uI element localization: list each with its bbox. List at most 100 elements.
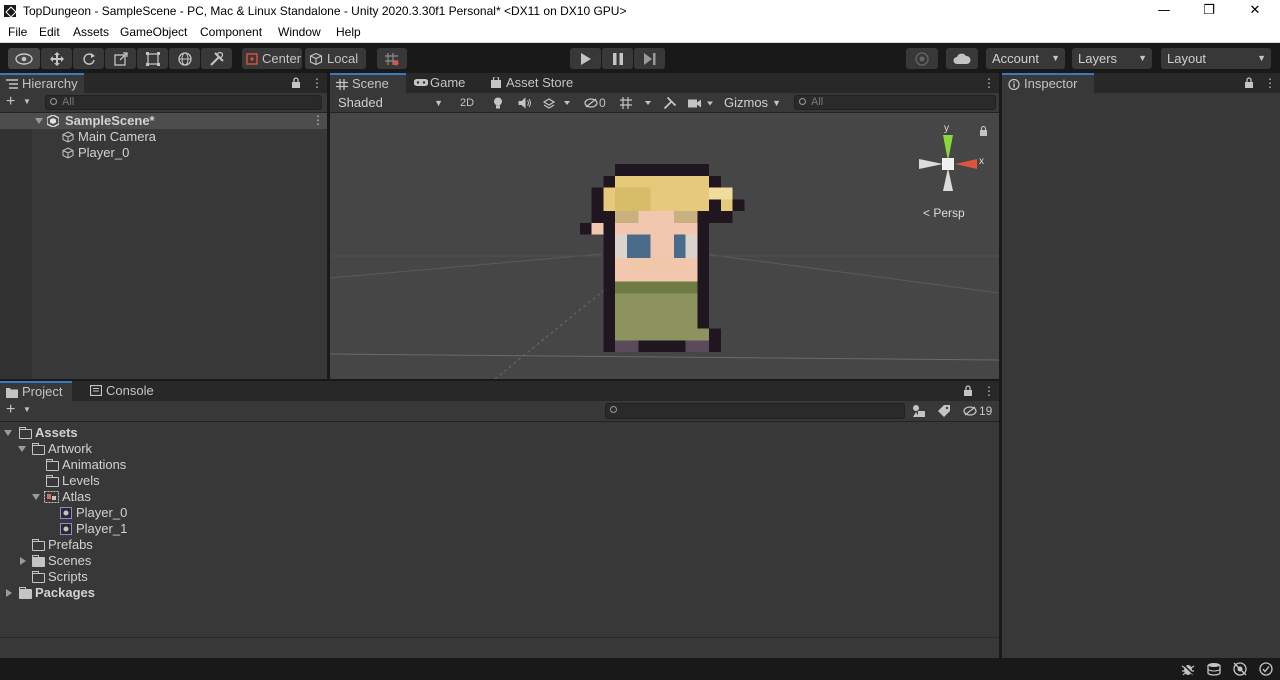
collab-button[interactable] [906, 48, 938, 69]
auto-generate-lighting-icon[interactable] [1233, 662, 1247, 676]
more-options-icon[interactable]: ⋮ [983, 384, 995, 398]
menu-component[interactable]: Component [200, 25, 262, 39]
more-options-icon[interactable]: ⋮ [983, 76, 995, 90]
tree-item-player-1[interactable]: Player_1 [0, 521, 200, 537]
menu-assets[interactable]: Assets [73, 25, 109, 39]
account-dropdown[interactable]: Account ▼ [986, 48, 1065, 69]
dropdown-arrow-icon[interactable]: ▼ [23, 97, 31, 106]
search-by-type-icon[interactable] [912, 404, 927, 418]
tree-item-atlas[interactable]: Atlas [0, 489, 200, 505]
scene-search-input[interactable]: All [794, 95, 996, 110]
project-search-input[interactable] [605, 403, 905, 419]
toggle-2d-button[interactable]: 2D [454, 94, 480, 112]
layout-dropdown[interactable]: Layout ▼ [1161, 48, 1271, 69]
tab-scene[interactable]: Scene [330, 73, 406, 93]
search-icon [799, 98, 806, 105]
gizmos-dropdown[interactable]: Gizmos ▼ [718, 94, 786, 112]
move-tool-button[interactable] [41, 48, 72, 69]
menu-window[interactable]: Window [278, 25, 321, 39]
pivot-space-toggle[interactable]: Local [305, 48, 366, 69]
menu-edit[interactable]: Edit [39, 25, 60, 39]
tab-game[interactable]: Game [408, 73, 480, 93]
dropdown-arrow-icon[interactable]: ▼ [23, 405, 31, 414]
tree-item-player-0[interactable]: Player_0 [0, 505, 200, 521]
lock-icon[interactable] [1244, 77, 1254, 88]
label-tag-icon[interactable] [937, 404, 951, 418]
hidden-objects-toggle[interactable]: 0 [582, 94, 614, 112]
tree-item-assets[interactable]: Assets [0, 425, 200, 441]
fold-open-icon[interactable] [32, 494, 40, 500]
lock-icon[interactable] [963, 385, 973, 396]
tab-hierarchy[interactable]: Hierarchy [0, 73, 84, 93]
hidden-packages-toggle[interactable]: 19 [962, 402, 992, 420]
add-icon[interactable]: + [6, 401, 15, 419]
camera-icon [688, 99, 713, 108]
scene-header-row[interactable]: SampleScene* ⋮ [0, 113, 327, 129]
fold-open-icon[interactable] [35, 118, 43, 124]
tab-project[interactable]: Project [0, 381, 72, 401]
tab-inspector[interactable]: Inspector [1002, 73, 1094, 93]
tree-item-artwork[interactable]: Artwork [0, 441, 200, 457]
tree-item-packages[interactable]: Packages [0, 585, 200, 601]
tree-item-label: Assets [35, 425, 78, 440]
close-button[interactable]: ✕ [1232, 0, 1278, 23]
fold-open-icon[interactable] [18, 446, 26, 452]
more-options-icon[interactable]: ⋮ [311, 76, 323, 90]
gamepad-icon [414, 79, 428, 86]
grid-toggle-dropdown[interactable] [617, 94, 655, 112]
camera-settings-dropdown[interactable] [685, 94, 717, 112]
project-footer-bar [0, 637, 999, 658]
cloud-services-button[interactable] [946, 48, 978, 69]
fold-open-icon[interactable] [4, 430, 12, 436]
scene-audio-button[interactable] [514, 94, 536, 112]
grid-snapping-button[interactable] [377, 48, 407, 69]
tab-asset-store[interactable]: Asset Store [484, 73, 584, 93]
lock-icon[interactable] [979, 126, 988, 136]
transform-tool-button[interactable] [169, 48, 200, 69]
minimize-button[interactable]: — [1141, 0, 1187, 23]
menu-help[interactable]: Help [336, 25, 361, 39]
gameobject-cube-icon [62, 147, 74, 159]
hierarchy-item-main-camera[interactable]: Main Camera [60, 129, 156, 145]
maximize-button[interactable]: ❐ [1186, 0, 1232, 23]
tab-console[interactable]: Console [84, 381, 164, 401]
sprite-asset-icon [60, 507, 72, 519]
cache-server-icon[interactable] [1207, 662, 1221, 676]
step-button[interactable] [634, 48, 665, 69]
rotate-tool-button[interactable] [73, 48, 104, 69]
play-button[interactable] [570, 48, 601, 69]
scale-tool-button[interactable] [105, 48, 136, 69]
more-options-icon[interactable]: ⋮ [312, 113, 324, 127]
sprite-atlas-icon [44, 491, 59, 503]
tree-item-scripts[interactable]: Scripts [0, 569, 200, 585]
menu-file[interactable]: File [8, 25, 27, 39]
shading-mode-dropdown[interactable]: Shaded ▼ [332, 94, 448, 112]
tree-item-levels[interactable]: Levels [0, 473, 200, 489]
hierarchy-search-input[interactable]: All [45, 95, 322, 110]
add-icon[interactable]: + [6, 93, 15, 111]
orientation-gizmo[interactable]: y x < Persp [915, 121, 990, 226]
progress-check-icon[interactable] [1259, 662, 1273, 676]
scene-viewport[interactable]: y x < Persp [330, 113, 999, 379]
projection-toggle[interactable]: < Persp [923, 206, 965, 220]
fold-closed-icon[interactable] [20, 557, 26, 565]
pause-button[interactable] [602, 48, 633, 69]
fold-closed-icon[interactable] [6, 589, 12, 597]
view-tool-button[interactable] [8, 48, 40, 69]
debug-bug-icon[interactable] [1181, 662, 1195, 676]
custom-tool-button[interactable] [201, 48, 232, 69]
tree-item-scenes[interactable]: Scenes [0, 553, 200, 569]
rect-tool-button[interactable] [137, 48, 168, 69]
lock-icon[interactable] [291, 77, 301, 88]
player-sprite[interactable] [578, 164, 758, 364]
layers-dropdown[interactable]: Layers ▼ [1072, 48, 1152, 69]
scene-lighting-button[interactable] [487, 94, 509, 112]
tree-item-animations[interactable]: Animations [0, 457, 200, 473]
hierarchy-item-player-0[interactable]: Player_0 [60, 145, 129, 161]
tree-item-prefabs[interactable]: Prefabs [0, 537, 200, 553]
scene-effects-dropdown[interactable] [539, 94, 575, 112]
component-editor-tools-button[interactable] [660, 94, 680, 112]
more-options-icon[interactable]: ⋮ [1264, 76, 1276, 90]
pivot-center-toggle[interactable]: Center [242, 48, 302, 69]
menu-gameobject[interactable]: GameObject [120, 25, 187, 39]
